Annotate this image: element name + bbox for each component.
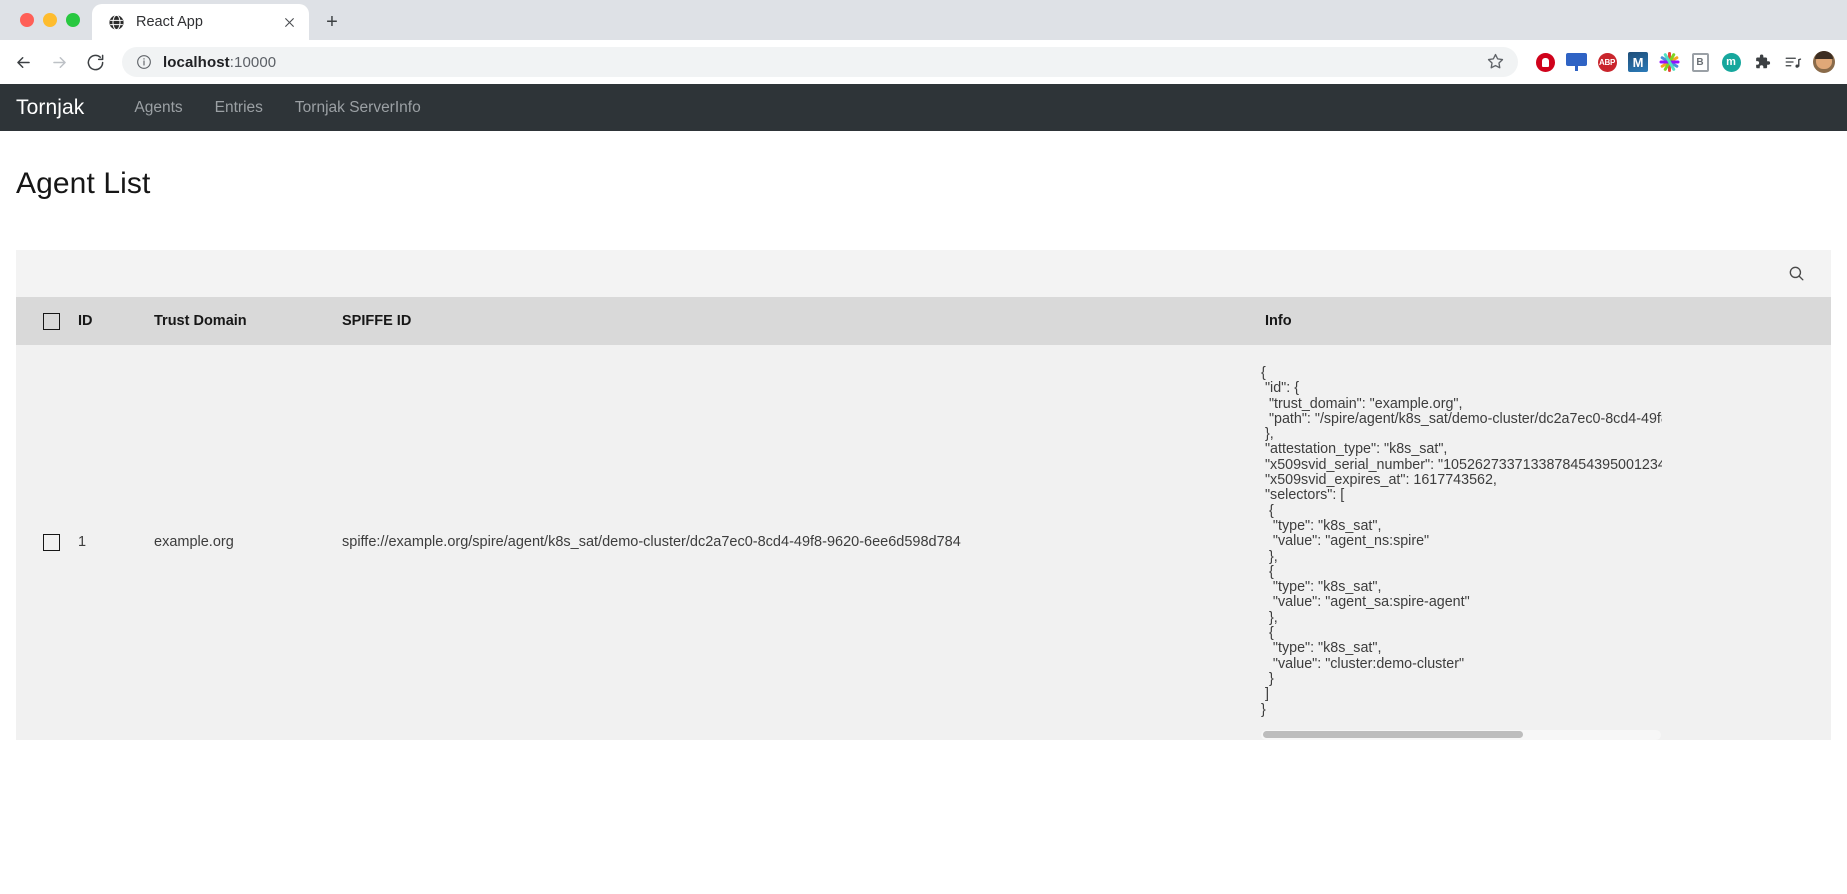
browser-window: React App + localhost:10000 ABP M B m To… — [0, 0, 1847, 894]
info-horizontal-scrollbar[interactable] — [1261, 729, 1661, 740]
table-toolbar — [16, 250, 1831, 297]
maximize-window-button[interactable] — [66, 13, 80, 27]
adblock-stop-icon[interactable] — [1534, 51, 1556, 73]
address-bar[interactable]: localhost:10000 — [122, 47, 1518, 77]
nav-link-agents[interactable]: Agents — [118, 99, 198, 117]
close-icon[interactable] — [279, 12, 299, 32]
nav-link-entries[interactable]: Entries — [199, 99, 279, 117]
cell-info: { "id": { "trust_domain": "example.org",… — [1261, 345, 1831, 740]
new-tab-button[interactable]: + — [316, 6, 348, 38]
window-controls — [10, 0, 92, 40]
agent-list-table: ID Trust Domain SPIFFE ID Info 1 example… — [16, 297, 1831, 740]
header-info[interactable]: Info — [1261, 297, 1831, 345]
extensions-bar: ABP M B m — [1530, 51, 1835, 73]
matomo-label: m — [1721, 52, 1741, 72]
header-spiffe-id[interactable]: SPIFFE ID — [342, 297, 1261, 345]
row-checkbox[interactable] — [43, 533, 60, 551]
cell-spiffe-id: spiffe://example.org/spire/agent/k8s_sat… — [342, 534, 961, 551]
header-trust-domain[interactable]: Trust Domain — [154, 297, 342, 345]
info-circle-icon[interactable] — [136, 54, 152, 70]
browser-tab[interactable]: React App — [92, 4, 309, 40]
page-title: Agent List — [16, 167, 151, 200]
select-all-checkbox[interactable] — [43, 312, 60, 330]
star-icon[interactable] — [1486, 52, 1506, 72]
cell-trust-domain: example.org — [154, 534, 234, 551]
browser-toolbar: localhost:10000 ABP M B m — [0, 40, 1847, 84]
table-head: ID Trust Domain SPIFFE ID Info — [16, 297, 1831, 345]
url-text[interactable]: localhost:10000 — [163, 54, 1475, 71]
extensions-puzzle-icon[interactable] — [1751, 51, 1773, 73]
close-window-button[interactable] — [20, 13, 34, 27]
mendeley-label: M — [1628, 52, 1648, 72]
matomo-m-icon[interactable]: m — [1720, 51, 1742, 73]
profile-avatar[interactable] — [1813, 51, 1835, 73]
reload-icon[interactable] — [78, 45, 112, 79]
header-id[interactable]: ID — [78, 297, 154, 345]
url-host: localhost — [163, 53, 230, 71]
scrollbar-thumb[interactable] — [1263, 731, 1523, 739]
presentation-screen-icon[interactable] — [1565, 51, 1587, 73]
globe-icon — [108, 14, 125, 31]
page-viewport: Tornjak Agents Entries Tornjak ServerInf… — [0, 84, 1847, 894]
adblock-plus-label: ABP — [1597, 52, 1617, 72]
search-icon[interactable] — [1783, 261, 1809, 287]
header-select-all[interactable] — [16, 297, 78, 345]
table-row[interactable]: 1 example.org spiffe://example.org/spire… — [16, 345, 1831, 740]
app-brand[interactable]: Tornjak — [16, 96, 118, 120]
tab-strip: React App + — [0, 0, 1847, 40]
forward-arrow-icon[interactable] — [42, 45, 76, 79]
reading-list-icon[interactable] — [1782, 51, 1804, 73]
row-select-cell[interactable] — [16, 345, 78, 740]
cell-id: 1 — [78, 534, 87, 551]
info-scroll-area[interactable]: { "id": { "trust_domain": "example.org",… — [1261, 366, 1662, 718]
back-arrow-icon[interactable] — [6, 45, 40, 79]
info-json: { "id": { "trust_domain": "example.org",… — [1261, 366, 1662, 718]
app-navbar: Tornjak Agents Entries Tornjak ServerInf… — [0, 84, 1847, 131]
mendeley-icon[interactable]: M — [1627, 51, 1649, 73]
tab-title: React App — [136, 14, 203, 30]
url-port: :10000 — [229, 53, 277, 71]
agent-list-table-container: ID Trust Domain SPIFFE ID Info 1 example… — [16, 250, 1831, 740]
table-body: 1 example.org spiffe://example.org/spire… — [16, 345, 1831, 740]
bitwarden-b-icon[interactable]: B — [1689, 51, 1711, 73]
bitwarden-label: B — [1691, 52, 1709, 72]
colorful-star-icon[interactable] — [1658, 51, 1680, 73]
table-header-row: ID Trust Domain SPIFFE ID Info — [16, 297, 1831, 345]
adblock-plus-icon[interactable]: ABP — [1596, 51, 1618, 73]
nav-link-tornjak-serverinfo[interactable]: Tornjak ServerInfo — [279, 99, 437, 117]
minimize-window-button[interactable] — [43, 13, 57, 27]
